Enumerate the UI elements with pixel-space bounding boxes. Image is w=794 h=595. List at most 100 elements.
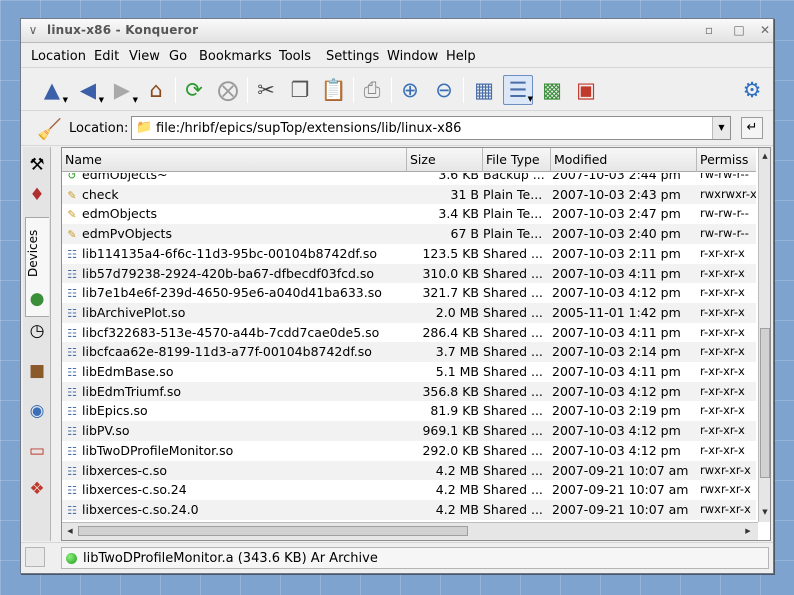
table-row[interactable]: ☷ libxerces-c.so.24 4.2 MB Shared ... 2007-0… <box>62 480 756 500</box>
file-name[interactable]: ☷ libEdmBase.so <box>64 364 409 379</box>
detailed-list-view-button[interactable]: ☰ ▼ <box>503 75 533 105</box>
table-row[interactable]: ☷ libxerces-c.so.24.0 4.2 MB Shared ... 2007… <box>62 499 756 520</box>
file-name[interactable]: ☷ libEpics.so <box>64 403 409 418</box>
scroll-right-icon[interactable]: ▶ <box>742 525 754 537</box>
table-row[interactable]: ☷ libPV.so 969.1 KB Shared ... 2007-10-03 4:… <box>62 421 756 441</box>
reload-button[interactable]: ⟳ <box>179 75 209 105</box>
file-name[interactable]: ☷ lib7e1b4e6f-239d-4650-95e6-a040d41ba633… <box>64 285 409 300</box>
text-view-button[interactable]: ▣ <box>571 75 601 105</box>
chevron-down-icon[interactable]: ▼ <box>712 117 730 139</box>
back-button[interactable]: ◀ ▼ <box>73 75 104 105</box>
table-row[interactable]: ✎ edmPvObjects 67 B Plain Te... 2007-10-03 2… <box>62 224 756 244</box>
dropdown-arrow-icon[interactable]: ▼ <box>63 97 68 104</box>
table-row[interactable]: ☷ libcfcaa62e-8199-11d3-a77f-00104b8742df… <box>62 342 756 362</box>
copy-button[interactable]: ❐ <box>285 75 315 105</box>
file-name[interactable]: ☷ lib57d79238-2924-420b-ba67-dfbecdf03fcd… <box>64 266 409 281</box>
scroll-up-icon[interactable]: ▲ <box>759 150 770 162</box>
icon-view-button[interactable]: ▦ <box>469 75 499 105</box>
file-name[interactable]: ☷ libcf322683-513e-4570-a44b-7cdd7cae0de5… <box>64 325 409 340</box>
column-modified[interactable]: Modified <box>551 148 697 172</box>
vertical-scrollbar[interactable]: ▲ ▼ <box>758 148 770 522</box>
table-row[interactable]: ☷ libEdmBase.so 5.1 MB Shared ... 2007-10-03… <box>62 362 756 382</box>
up-button[interactable]: ▲ ▼ <box>37 75 68 105</box>
horizontal-scrollbar[interactable]: ◀ ▶ <box>62 522 758 540</box>
history-icon[interactable]: ◷ <box>25 319 49 343</box>
table-row[interactable]: ☷ lib114135a4-6f6c-11d3-95bc-00104b8742df… <box>62 244 756 264</box>
file-name[interactable]: ☷ libTwoDProfileMonitor.so <box>64 443 409 458</box>
window-menu-icon[interactable]: ∨ <box>25 22 41 38</box>
column-file-type[interactable]: File Type <box>483 148 551 172</box>
maximize-button[interactable]: □ <box>731 22 747 38</box>
main-toolbar: ▲ ▼ ◀ ▼ ▶ ▼ ⌂ ⟳ ⨂ ✂ ❐ 📋 ⎙ ⊕ ⊖ ▦ ☰ ▼ ▩ ▣ … <box>21 69 773 111</box>
file-name-text: libxerces-c.so.24 <box>82 482 187 498</box>
file-name[interactable]: ☷ libxerces-c.so <box>64 463 409 478</box>
scroll-down-icon[interactable]: ▼ <box>759 506 770 518</box>
print-button[interactable]: ⎙ <box>357 75 387 105</box>
table-row[interactable]: ☷ libcf322683-513e-4570-a44b-7cdd7cae0de5… <box>62 323 756 343</box>
stop-button[interactable]: ⨂ <box>213 75 243 105</box>
location-input[interactable]: 📁 file:/hribf/epics/supTop/extensions/li… <box>131 116 731 140</box>
dropdown-arrow-icon[interactable]: ▼ <box>99 97 104 104</box>
forward-button[interactable]: ▶ ▼ <box>107 75 138 105</box>
file-name[interactable]: ✎ check <box>64 187 409 202</box>
file-name[interactable]: ↺ edmObjects~ <box>64 173 409 182</box>
table-row[interactable]: ☷ libArchivePlot.so 2.0 MB Shared ... 2005-1… <box>62 302 756 323</box>
go-button[interactable]: ↵ <box>741 117 763 139</box>
menu-location[interactable]: Location <box>31 49 86 64</box>
vertical-scroll-thumb[interactable] <box>760 328 770 478</box>
file-name[interactable]: ☷ libEdmTriumf.so <box>64 384 409 399</box>
menu-tools[interactable]: Tools <box>279 49 311 64</box>
file-name[interactable]: ☷ libArchivePlot.so <box>64 305 409 320</box>
table-row[interactable]: ↺ edmObjects~ 3.6 KB Backup ... 2007-10-03 2… <box>62 173 756 185</box>
location-url[interactable]: file:/hribf/epics/supTop/extensions/lib/… <box>156 121 461 136</box>
bookmarks-icon[interactable]: ♦ <box>25 183 49 207</box>
zoom-in-button[interactable]: ⊕ <box>395 75 425 105</box>
scroll-left-icon[interactable]: ◀ <box>64 525 76 537</box>
file-name[interactable]: ☷ lib114135a4-6f6c-11d3-95bc-00104b8742df… <box>64 246 409 261</box>
file-name[interactable]: ☷ libxerces-c.so.24.0 <box>64 502 409 517</box>
tools-icon[interactable]: ⚒ <box>25 153 49 177</box>
file-modified: 2007-10-03 4:11 pm <box>552 364 681 379</box>
menu-go[interactable]: Go <box>169 49 187 64</box>
table-row[interactable]: ☷ libEpics.so 81.9 KB Shared ... 2007-10-03 … <box>62 401 756 421</box>
table-row[interactable]: ☷ lib57d79238-2924-420b-ba67-dfbecdf03fcd… <box>62 263 756 284</box>
zoom-out-button[interactable]: ⊖ <box>429 75 459 105</box>
minimize-button[interactable]: ▫ <box>701 22 717 38</box>
cut-button[interactable]: ✂ <box>251 75 281 105</box>
table-row[interactable]: ☷ libTwoDProfileMonitor.so 292.0 KB Shared … <box>62 441 756 461</box>
column-permissions[interactable]: Permiss <box>697 148 759 172</box>
column-size[interactable]: Size <box>407 148 483 172</box>
table-row[interactable]: ☷ lib7e1b4e6f-239d-4650-95e6-a040d41ba633… <box>62 283 756 303</box>
menu-window[interactable]: Window <box>387 49 438 64</box>
menu-settings[interactable]: Settings <box>326 49 379 64</box>
services-pin-icon[interactable]: ❖ <box>25 477 49 501</box>
root-folder-icon[interactable]: ▭ <box>25 439 49 463</box>
menu-edit[interactable]: Edit <box>94 49 119 64</box>
close-button[interactable]: ✕ <box>757 22 773 38</box>
dropdown-arrow-icon[interactable]: ▼ <box>528 96 533 103</box>
home-folder-icon[interactable]: ■ <box>25 359 49 383</box>
configure-button[interactable]: ⚙ <box>737 75 767 105</box>
column-name[interactable]: Name <box>62 148 407 172</box>
table-row[interactable]: ✎ check 31 B Plain Te... 2007-10-03 2:43 pm r… <box>62 184 756 205</box>
multi-column-view-button[interactable]: ▩ <box>537 75 567 105</box>
dropdown-arrow-icon[interactable]: ▼ <box>133 97 138 104</box>
file-name[interactable]: ✎ edmPvObjects <box>64 226 409 241</box>
menu-bookmarks[interactable]: Bookmarks <box>199 49 272 64</box>
table-row[interactable]: ☷ libEdmTriumf.so 356.8 KB Shared ... 2007-1… <box>62 381 756 402</box>
file-name[interactable]: ☷ libPV.so <box>64 423 409 438</box>
file-name[interactable]: ✎ edmObjects <box>64 206 409 221</box>
table-row[interactable]: ☷ libxerces-c.so 4.2 MB Shared ... 2007-09-2… <box>62 460 756 481</box>
file-name[interactable]: ☷ libxerces-c.so.24 <box>64 482 409 497</box>
title-bar[interactable]: ∨ linux-x86 - Konqueror ▫ □ ✕ <box>21 19 773 43</box>
text-file-icon: ✎ <box>67 208 77 222</box>
horizontal-scroll-thumb[interactable] <box>78 526 468 536</box>
menu-view[interactable]: View <box>129 49 160 64</box>
paste-button[interactable]: 📋 <box>319 75 349 105</box>
table-row[interactable]: ✎ edmObjects 3.4 KB Plain Te... 2007-10-03 2… <box>62 204 756 224</box>
network-icon[interactable]: ◉ <box>25 399 49 423</box>
clear-location-broom-icon[interactable]: 🧹 <box>37 117 62 141</box>
menu-help[interactable]: Help <box>446 49 476 64</box>
home-button[interactable]: ⌂ <box>141 75 171 105</box>
file-name[interactable]: ☷ libcfcaa62e-8199-11d3-a77f-00104b8742df… <box>64 344 409 359</box>
